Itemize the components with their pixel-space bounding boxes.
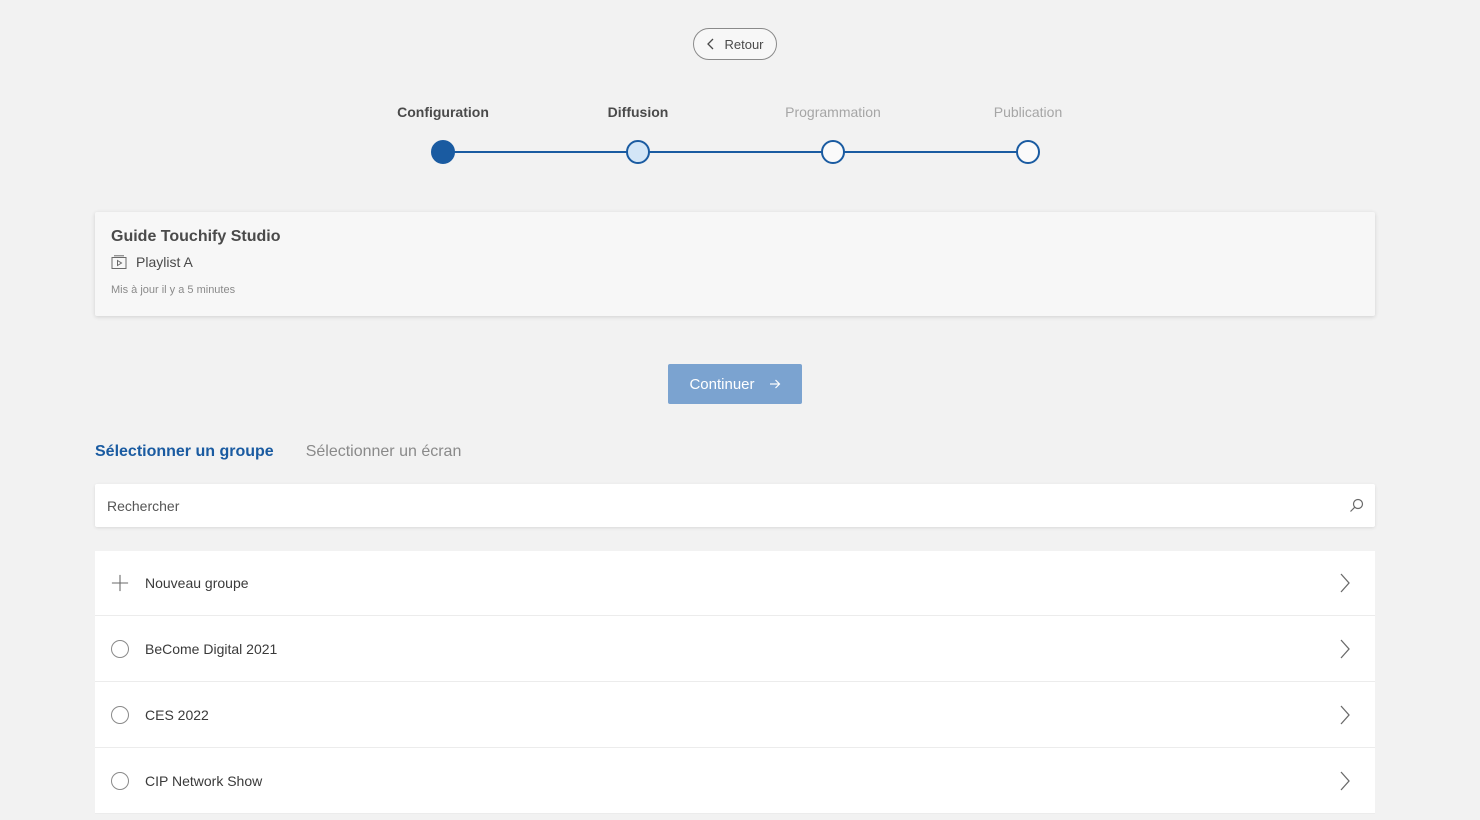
- step-dot-publication[interactable]: [1016, 140, 1040, 164]
- group-radio[interactable]: [111, 771, 129, 790]
- chevron-right-icon: [1340, 639, 1350, 658]
- stepper-line: [443, 151, 1028, 153]
- summary-card: Guide Touchify Studio Playlist A Mis à j…: [95, 212, 1375, 316]
- new-group-item[interactable]: Nouveau groupe: [95, 551, 1375, 616]
- step-label-configuration: Configuration: [397, 104, 489, 120]
- summary-title: Guide Touchify Studio: [111, 228, 281, 245]
- group-item[interactable]: CES 2022: [95, 682, 1375, 748]
- step-label-programmation: Programmation: [785, 104, 881, 120]
- group-item-label: BeCome Digital 2021: [145, 640, 278, 657]
- continue-label: Continuer: [689, 375, 755, 393]
- group-radio[interactable]: [111, 639, 129, 658]
- step-dot-diffusion[interactable]: [626, 140, 650, 164]
- chevron-right-icon: [1340, 771, 1350, 790]
- summary-updated: Mis à jour il y a 5 minutes: [111, 284, 236, 296]
- new-group-label: Nouveau groupe: [145, 575, 249, 591]
- step-dot-configuration[interactable]: [431, 140, 455, 164]
- group-item-label: CES 2022: [145, 706, 209, 723]
- plus-icon: [111, 574, 129, 592]
- search-input[interactable]: [95, 484, 1375, 527]
- group-radio[interactable]: [111, 705, 129, 724]
- tab-select-screen[interactable]: Sélectionner un écran: [306, 443, 462, 461]
- search-icon[interactable]: [1349, 498, 1364, 513]
- step-label-diffusion: Diffusion: [607, 104, 669, 120]
- step-dot-programmation[interactable]: [821, 140, 845, 164]
- chevron-right-icon: [1340, 705, 1350, 724]
- playlist-icon: [111, 255, 127, 269]
- continue-button[interactable]: Continuer: [668, 364, 802, 404]
- tab-select-group[interactable]: Sélectionner un groupe: [95, 443, 274, 461]
- search-box: [95, 484, 1375, 527]
- group-list: Nouveau groupe BeCome Digital 2021 CES 2…: [95, 551, 1375, 814]
- group-item-label: CIP Network Show: [145, 772, 263, 789]
- summary-playlist-label: Playlist A: [136, 254, 193, 270]
- group-item[interactable]: BeCome Digital 2021: [95, 616, 1375, 682]
- summary-playlist: Playlist A: [111, 254, 1359, 270]
- step-label-publication: Publication: [993, 104, 1063, 120]
- chevron-right-icon: [1340, 573, 1350, 593]
- arrow-right-icon: [769, 379, 780, 389]
- stepper: Configuration Diffusion Programmation Pu…: [0, 0, 1480, 180]
- group-item[interactable]: CIP Network Show: [95, 748, 1375, 814]
- page: Retour Configuration Diffusion Programma…: [0, 0, 1480, 820]
- selection-tabs: Sélectionner un groupe Sélectionner un é…: [95, 443, 461, 461]
